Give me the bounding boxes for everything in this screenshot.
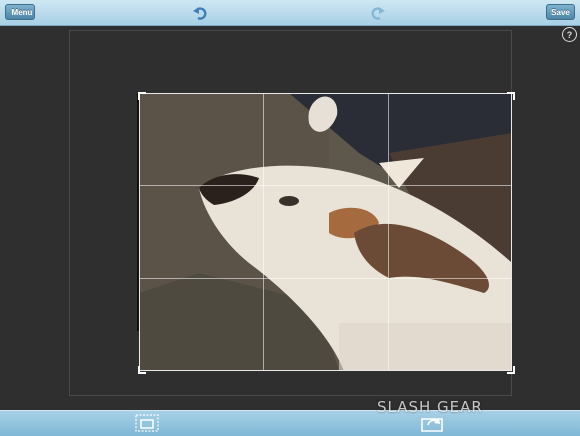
grid-line-h1 [139,185,512,186]
bottom-toolbar [0,410,580,436]
help-icon[interactable]: ? [562,27,577,42]
crop-handle-top-right[interactable] [507,92,515,100]
watermark: SLASH GEAR [377,398,483,416]
crop-handle-bottom-left[interactable] [138,366,146,374]
grid-line-v1 [263,93,264,371]
top-toolbar: Menu Save [0,0,580,26]
redo-arrow-icon[interactable] [370,5,386,21]
dog-photo [139,93,512,371]
grid-line-h2 [139,278,512,279]
rotate-tool-icon[interactable] [421,414,445,432]
crop-tool-icon[interactable] [135,414,159,432]
undo-arrow-icon[interactable] [192,5,208,21]
menu-button[interactable]: Menu [5,4,35,20]
crop-handle-top-left[interactable] [138,92,146,100]
grid-line-v2 [388,93,389,371]
save-button[interactable]: Save [546,4,575,20]
crop-handle-bottom-right[interactable] [507,366,515,374]
